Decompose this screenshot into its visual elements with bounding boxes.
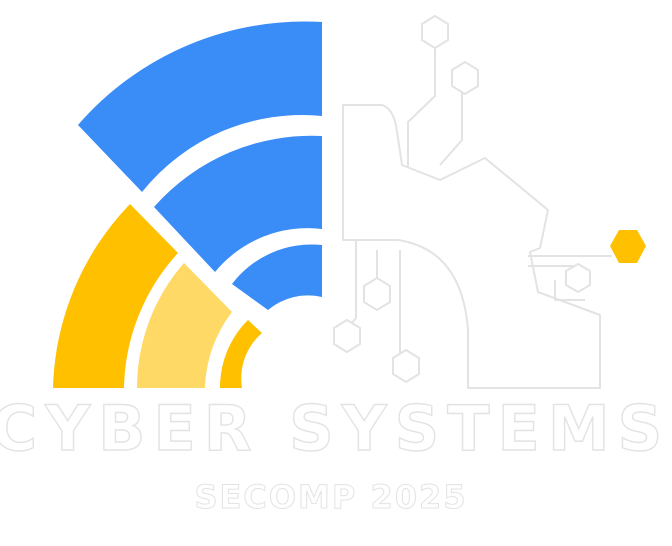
logo-subtitle: SECOMP 2025	[194, 478, 467, 516]
hex-node-right	[565, 263, 591, 293]
hex-node-bottom	[392, 349, 420, 383]
circuit-head	[333, 15, 612, 389]
hex-node-left	[333, 319, 361, 353]
circuit-line-left	[345, 240, 357, 331]
yellow-arc-inner	[219, 320, 262, 388]
hex-node-top	[421, 15, 449, 49]
hex-node-mid	[363, 277, 391, 311]
orange-hex-node	[610, 230, 646, 263]
logo-title: CYBER SYSTEMS	[0, 392, 670, 465]
blue-arc-inner	[232, 244, 322, 310]
hex-node-top-right	[451, 61, 479, 95]
head-silhouette	[342, 104, 601, 389]
circuit-line-top	[407, 46, 463, 168]
cyber-systems-logo: CYBER SYSTEMS SECOMP 2025	[0, 15, 670, 517]
